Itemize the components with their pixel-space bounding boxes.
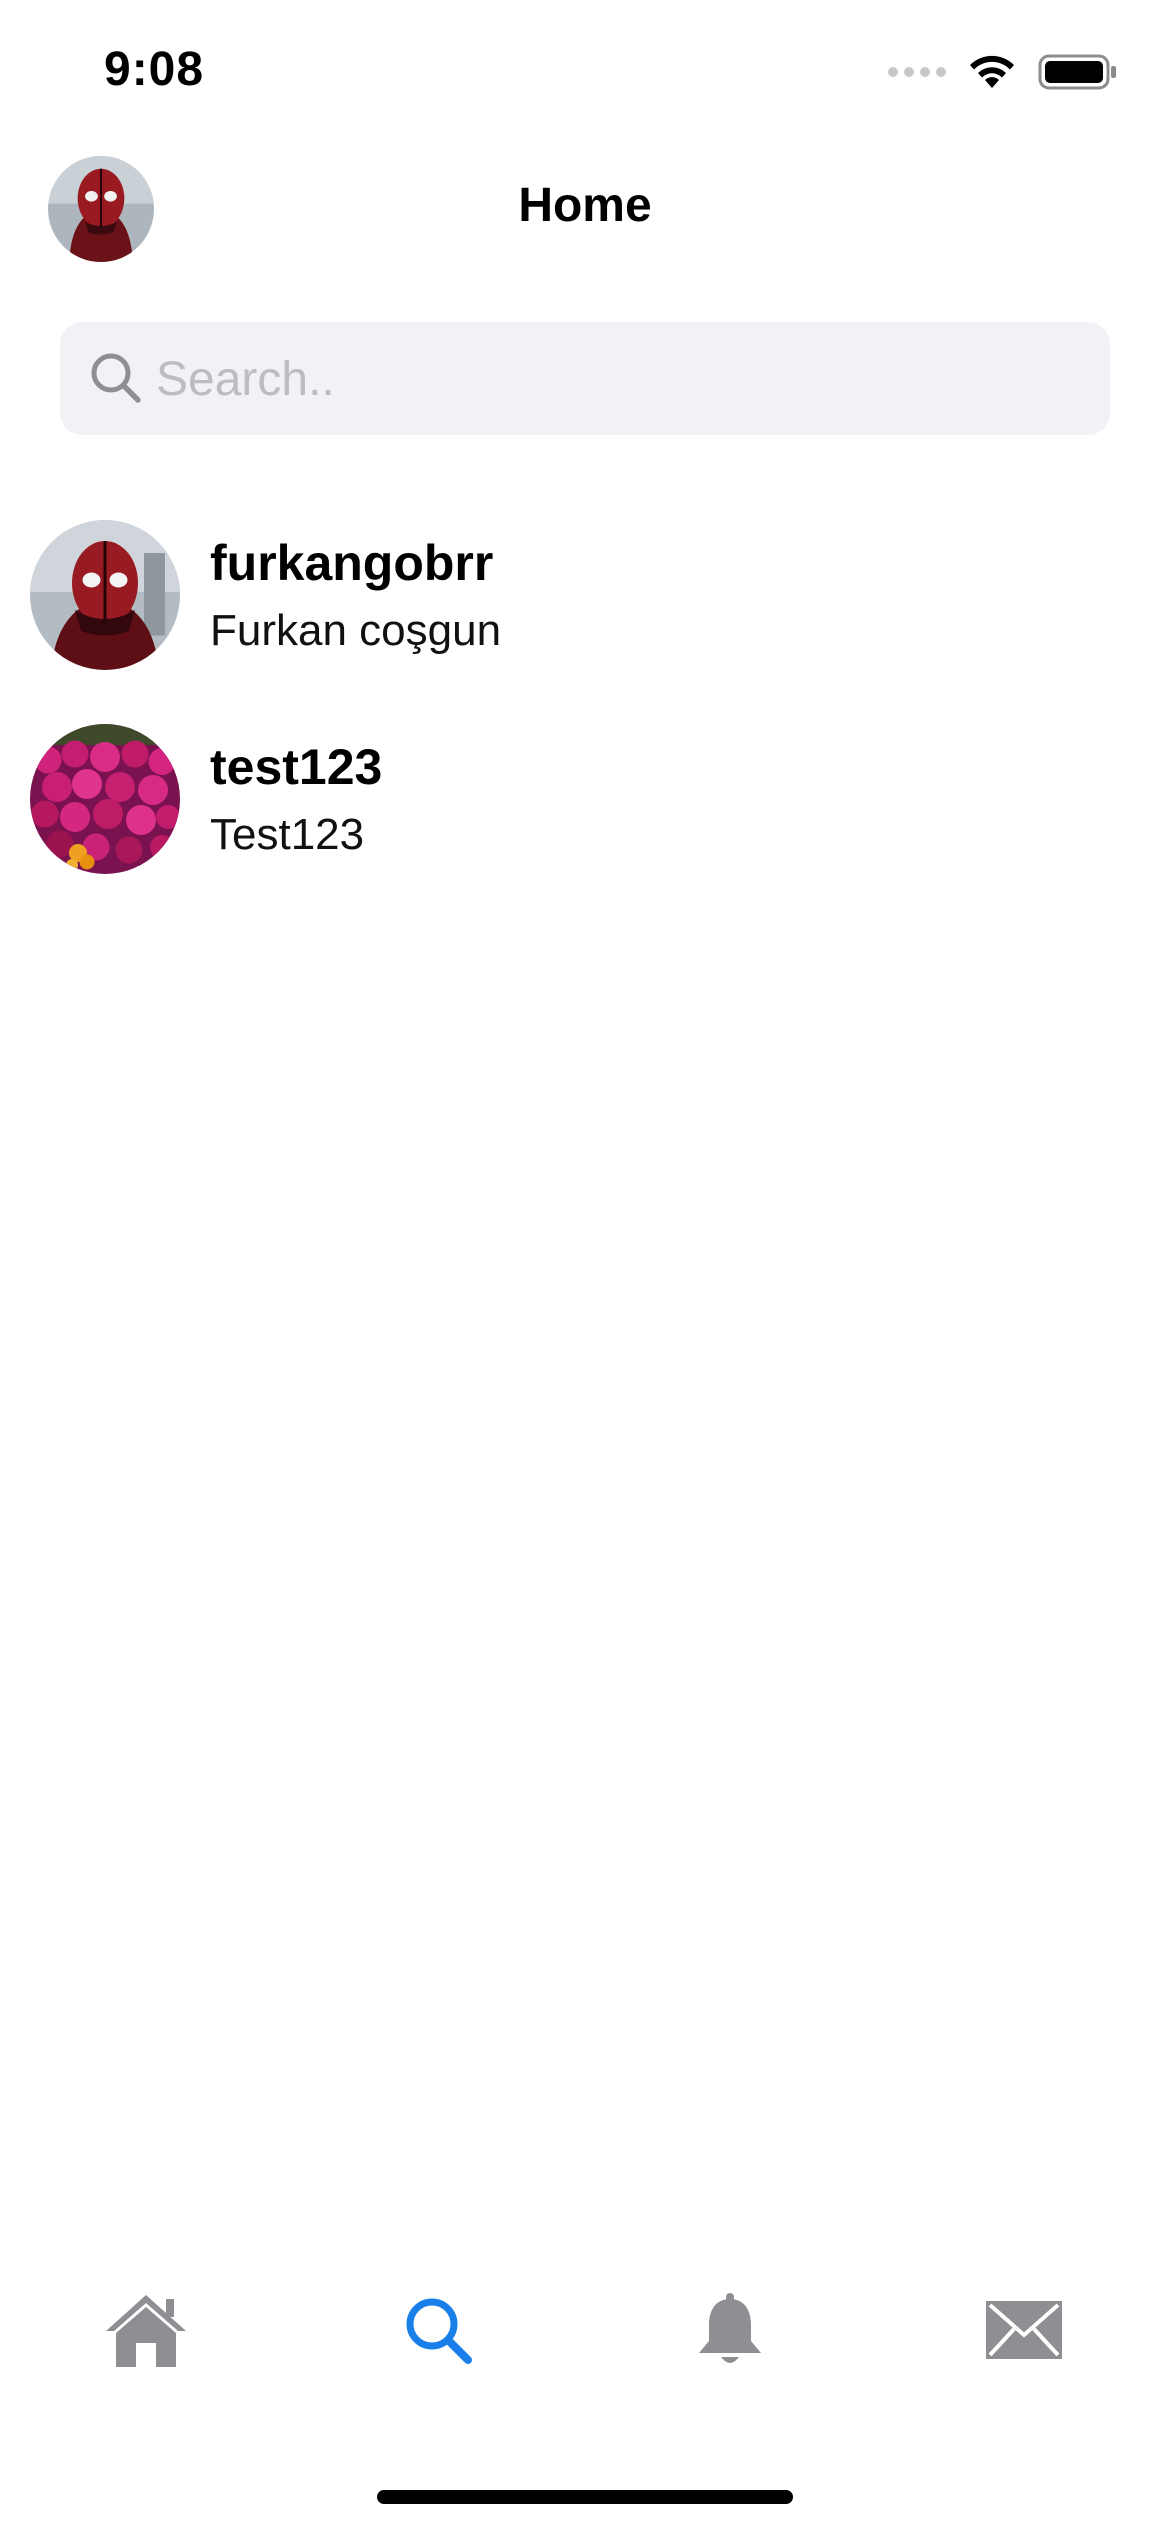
mail-icon	[986, 2301, 1062, 2359]
list-item[interactable]: test123 Test123	[0, 724, 1170, 928]
battery-icon	[1038, 54, 1116, 90]
tab-messages[interactable]	[964, 2270, 1084, 2390]
list-item-username: test123	[210, 739, 383, 795]
home-icon	[106, 2295, 186, 2367]
status-bar: 9:08	[0, 0, 1170, 140]
user-list: furkangobrr Furkan coşgun test123 Test12…	[0, 520, 1170, 928]
wifi-icon	[970, 55, 1014, 88]
home-indicator	[377, 2490, 793, 2504]
nav-header: Home	[0, 150, 1170, 270]
status-icons	[888, 50, 1118, 94]
tab-bar	[0, 2270, 1170, 2410]
home-screen: 9:08 Home Search.. furkangobrr Furkan co…	[0, 0, 1170, 2532]
search-icon	[406, 2298, 472, 2364]
avatar	[30, 520, 180, 670]
tab-notifications[interactable]	[670, 2270, 790, 2390]
tab-home[interactable]	[86, 2270, 206, 2390]
signal-dots-icon	[888, 67, 946, 77]
status-time: 9:08	[104, 43, 205, 96]
list-item-username: furkangobrr	[210, 535, 494, 591]
tab-search[interactable]	[378, 2270, 498, 2390]
list-item-full-name: Furkan coşgun	[210, 606, 502, 655]
search-bar[interactable]	[60, 322, 1110, 435]
page-title: Home	[518, 179, 652, 232]
avatar	[30, 724, 180, 874]
search-icon	[91, 353, 141, 403]
bell-icon	[699, 2293, 761, 2363]
list-item[interactable]: furkangobrr Furkan coşgun	[0, 520, 1170, 724]
search-input[interactable]	[156, 340, 1076, 418]
list-item-full-name: Test123	[210, 810, 365, 859]
